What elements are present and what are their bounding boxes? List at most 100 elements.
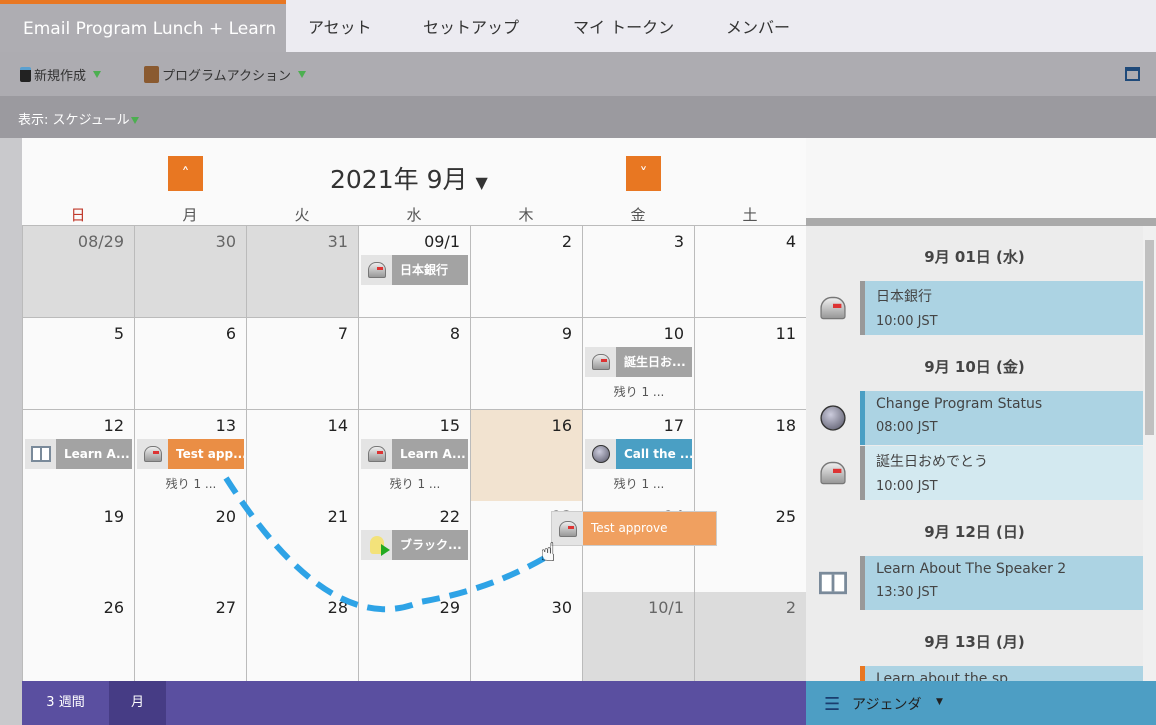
- day-cell[interactable]: 4: [695, 226, 807, 318]
- dragged-event[interactable]: Test approve: [551, 511, 717, 546]
- event-chip[interactable]: Test app...: [137, 439, 244, 469]
- program-actions-icon: [144, 66, 159, 83]
- day-cell[interactable]: 30: [135, 226, 247, 318]
- tab-members[interactable]: メンバー: [726, 0, 790, 52]
- program-actions-button[interactable]: プログラムアクション: [144, 65, 306, 84]
- tab-setup[interactable]: セットアップ: [423, 0, 519, 52]
- day-number: 14: [327, 416, 348, 435]
- day-cell[interactable]: 30: [471, 592, 583, 684]
- agenda-scroll-thumb[interactable]: [1145, 240, 1154, 435]
- more-events-link[interactable]: 残り 1 ...: [359, 475, 471, 492]
- month-grid: 08/29 30 31 09/1 日本銀行 2 3 4 5 6 7 8 9 10 誕生日お... 残り 1 .…: [22, 225, 807, 685]
- day-cell[interactable]: 5: [23, 318, 135, 410]
- day-cell[interactable]: 27: [135, 592, 247, 684]
- agenda-item-title: Learn about the sp: [876, 671, 1009, 681]
- view-selector[interactable]: 表示: スケジュール: [0, 96, 1156, 138]
- day-cell[interactable]: 2: [695, 592, 807, 684]
- month-button[interactable]: 月: [109, 681, 166, 725]
- agenda-item[interactable]: Learn About The Speaker 2 13:30 JST: [806, 556, 1143, 610]
- agenda-icon-box: [806, 446, 860, 500]
- agenda-item-body: Learn about the sp: [865, 666, 1143, 681]
- event-label: Test app...: [168, 439, 244, 469]
- day-cell[interactable]: 10/1: [583, 592, 695, 684]
- day-cell[interactable]: 15 Learn A... 残り 1 ...: [359, 410, 471, 502]
- agenda-item[interactable]: 誕生日おめでとう 10:00 JST: [806, 446, 1143, 500]
- next-month-button[interactable]: ˅: [626, 156, 661, 191]
- day-number: 15: [439, 416, 460, 435]
- agenda-view-selector[interactable]: ☰ アジェンダ ▼: [806, 681, 1156, 725]
- day-cell[interactable]: 09/1 日本銀行: [359, 226, 471, 318]
- ball-icon: [591, 445, 610, 463]
- day-cell[interactable]: 17 Call the ... 残り 1 ...: [583, 410, 695, 502]
- tab-program[interactable]: Email Program Lunch + Learn: [0, 0, 286, 52]
- day-cell[interactable]: 14: [247, 410, 359, 502]
- day-cell[interactable]: 8: [359, 318, 471, 410]
- event-icon-box: [585, 347, 616, 377]
- agenda-item[interactable]: 日本銀行 10:00 JST: [806, 281, 1143, 335]
- day-cell[interactable]: 29: [359, 592, 471, 684]
- new-icon: [20, 67, 31, 82]
- day-cell[interactable]: 2: [471, 226, 583, 318]
- dropdown-icon: [93, 71, 102, 78]
- event-chip[interactable]: ブラック...: [361, 530, 468, 560]
- prev-month-button[interactable]: ˄: [168, 156, 203, 191]
- day-number: 22: [439, 507, 460, 526]
- day-cell[interactable]: 11: [695, 318, 807, 410]
- day-cell[interactable]: 13 Test app... 残り 1 ...: [135, 410, 247, 502]
- new-button[interactable]: 新規作成: [20, 65, 102, 84]
- more-events-link[interactable]: 残り 1 ...: [583, 475, 695, 492]
- day-cell[interactable]: 12 Learn A...: [23, 410, 135, 502]
- event-chip[interactable]: Learn A...: [25, 439, 132, 469]
- agenda-item-title: 日本銀行: [876, 289, 932, 305]
- month-selector[interactable]: 2021年 9月 ▼: [330, 160, 488, 196]
- day-cell[interactable]: 7: [247, 318, 359, 410]
- day-number: 16: [551, 416, 572, 435]
- day-cell[interactable]: 08/29: [23, 226, 135, 318]
- day-cell[interactable]: 31: [247, 226, 359, 318]
- view-label: 表示: スケジュール: [18, 113, 130, 128]
- day-cell[interactable]: 10 誕生日お... 残り 1 ...: [583, 318, 695, 410]
- day-cell[interactable]: 3: [583, 226, 695, 318]
- bulb-icon: [369, 536, 390, 556]
- agenda-icon-box: [806, 281, 860, 335]
- event-label: 日本銀行: [392, 255, 468, 285]
- three-weeks-button[interactable]: 3 週間: [22, 681, 109, 725]
- caret-down-icon: ▼: [475, 173, 488, 192]
- agenda-item-body: 誕生日おめでとう 10:00 JST: [865, 446, 1143, 500]
- day-number: 25: [775, 507, 796, 526]
- window-toggle-icon[interactable]: [1125, 67, 1140, 81]
- mailbox-icon: [552, 512, 583, 545]
- day-cell[interactable]: 22 ブラック...: [359, 501, 471, 593]
- agenda-item[interactable]: Change Program Status 08:00 JST: [806, 391, 1143, 445]
- event-icon-box: [361, 255, 392, 285]
- event-chip[interactable]: 日本銀行: [361, 255, 468, 285]
- day-number: 21: [327, 507, 348, 526]
- day-number: 08/29: [77, 232, 124, 251]
- event-chip[interactable]: Call the ...: [585, 439, 692, 469]
- day-number: 27: [215, 598, 236, 617]
- day-number: 28: [327, 598, 348, 617]
- day-cell[interactable]: 26: [23, 592, 135, 684]
- tab-my-tokens[interactable]: マイ トークン: [573, 0, 674, 52]
- day-name: 日: [70, 206, 86, 224]
- day-cell[interactable]: 18: [695, 410, 807, 502]
- agenda-item[interactable]: Learn about the sp: [806, 666, 1143, 681]
- more-events-link[interactable]: 残り 1 ...: [135, 475, 247, 492]
- more-events-link[interactable]: 残り 1 ...: [583, 383, 695, 400]
- day-cell[interactable]: 16: [471, 410, 583, 502]
- day-cell[interactable]: 6: [135, 318, 247, 410]
- mailbox-icon: [820, 461, 846, 485]
- day-cell[interactable]: 20: [135, 501, 247, 593]
- day-number: 18: [775, 416, 796, 435]
- event-chip[interactable]: 誕生日お...: [585, 347, 692, 377]
- tab-assets[interactable]: アセット: [308, 0, 372, 52]
- event-chip[interactable]: Learn A...: [361, 439, 468, 469]
- book-icon: [30, 446, 51, 462]
- dropdown-icon: [130, 117, 139, 124]
- day-cell[interactable]: 21: [247, 501, 359, 593]
- month-title: 2021年 9月: [330, 165, 468, 194]
- day-cell[interactable]: 19: [23, 501, 135, 593]
- day-cell[interactable]: 9: [471, 318, 583, 410]
- agenda-date-header: 9月 10日 (金): [924, 358, 1025, 376]
- day-cell[interactable]: 28: [247, 592, 359, 684]
